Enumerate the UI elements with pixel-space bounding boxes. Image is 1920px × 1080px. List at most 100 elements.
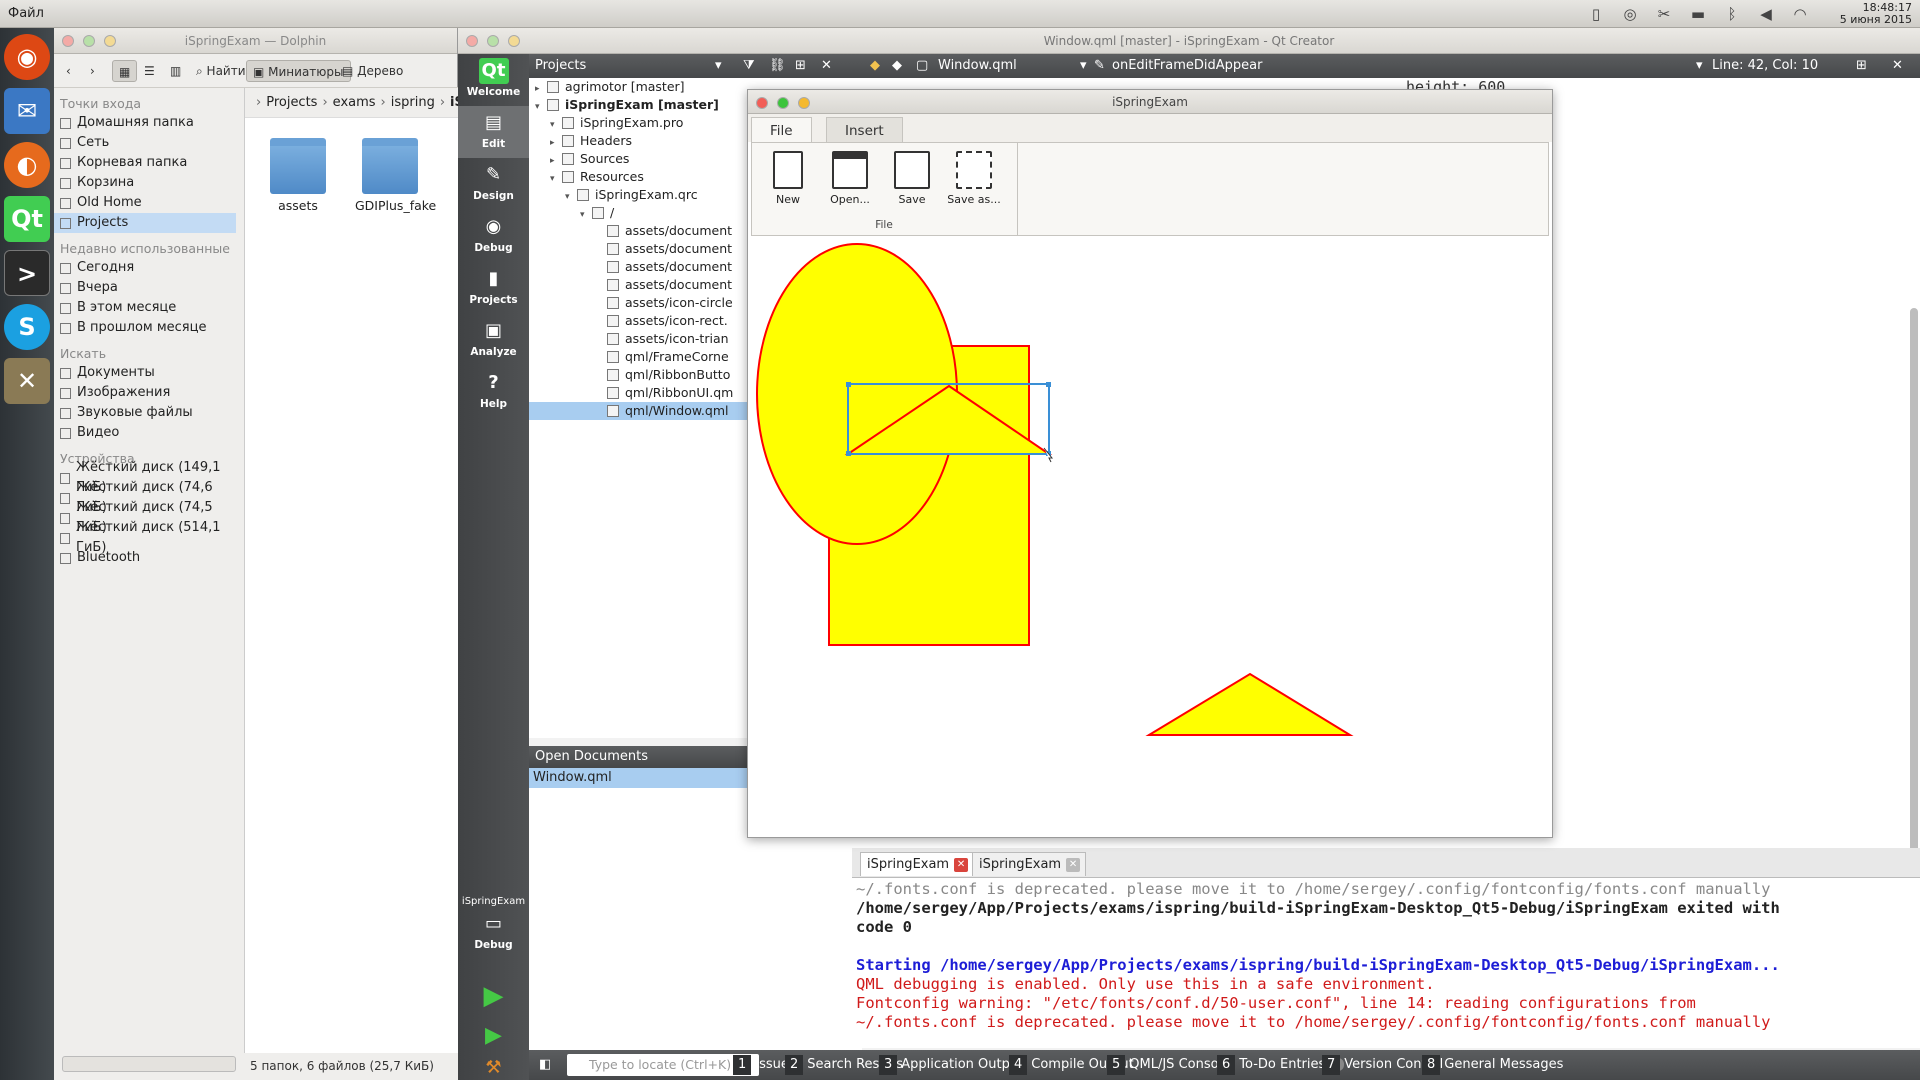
triangle-shape[interactable] <box>1145 672 1354 736</box>
build-button[interactable]: ⚒ <box>458 1056 529 1080</box>
place-item[interactable]: Корневая папка <box>54 153 236 173</box>
run-button[interactable]: ▶ <box>458 978 529 1014</box>
minimize-button[interactable] <box>798 97 810 109</box>
mode-projects[interactable]: ▮ Projects <box>458 262 529 314</box>
maximize-button[interactable] <box>777 97 789 109</box>
back-icon[interactable]: ‹ <box>60 60 77 82</box>
back-arrow-icon[interactable]: ◆ <box>870 54 880 78</box>
sidebar-toggle-icon[interactable]: ◧ <box>539 1055 551 1075</box>
chevron-down-icon[interactable]: ▾ <box>1696 54 1703 78</box>
thumbnails-button[interactable]: ▣ Миниатюры <box>246 60 351 82</box>
close-button[interactable] <box>466 35 478 47</box>
place-item[interactable]: Жёсткий диск (514,1 ГиБ) <box>54 520 236 555</box>
tab-file[interactable]: File <box>751 117 812 143</box>
breadcrumb-item[interactable]: exams <box>333 95 376 110</box>
save-as-button[interactable]: Save as... <box>946 151 1002 206</box>
mode-debug[interactable]: ◉ Debug <box>458 210 529 262</box>
mode-design[interactable]: ✎ Design <box>458 158 529 210</box>
editor-scrollbar[interactable] <box>1910 308 1918 868</box>
new-button[interactable]: New <box>760 151 816 206</box>
mode-analyze[interactable]: ▣ Analyze <box>458 314 529 366</box>
output-tab-1[interactable]: iSpringExam ✕ <box>860 852 975 876</box>
columns-view-icon[interactable]: ▥ <box>164 60 187 82</box>
place-item[interactable]: Звуковые файлы <box>54 403 236 423</box>
mode-welcome[interactable]: Qt Welcome <box>458 54 529 106</box>
place-item[interactable]: Видео <box>54 423 236 443</box>
chevron-down-icon[interactable]: ▾ <box>715 54 722 78</box>
lock-icon[interactable]: ▢ <box>916 54 928 78</box>
close-button[interactable] <box>756 97 768 109</box>
resize-handle[interactable] <box>1046 382 1051 387</box>
split-icon[interactable]: ⊞ <box>1856 54 1867 78</box>
drawing-canvas[interactable] <box>748 236 1552 837</box>
breadcrumb-item[interactable]: Projects <box>266 95 317 110</box>
status-tab-qml-js-console[interactable]: 5 QML/JS Console <box>1107 1055 1230 1075</box>
wifi-icon[interactable]: ◠ <box>1790 4 1810 24</box>
place-item[interactable]: В этом месяце <box>54 298 236 318</box>
open-button[interactable]: Open... <box>822 151 878 206</box>
place-item[interactable]: Вчера <box>54 278 236 298</box>
find-button[interactable]: ⌕ Найти <box>190 60 252 82</box>
place-item[interactable]: В прошлом месяце <box>54 318 236 338</box>
maximize-button[interactable] <box>83 35 95 47</box>
place-item[interactable]: Документы <box>54 363 236 383</box>
close-icon[interactable]: ✕ <box>1066 858 1081 872</box>
place-item[interactable]: Projects <box>54 213 236 233</box>
link-icon[interactable]: ⛓ <box>769 54 786 78</box>
tree-button[interactable]: ▤ Дерево <box>336 60 409 82</box>
resize-handle[interactable] <box>846 382 851 387</box>
close-button[interactable] <box>62 35 74 47</box>
debug-run-button[interactable]: ▶ <box>458 1018 529 1054</box>
place-item[interactable]: Old Home <box>54 193 236 213</box>
forward-arrow-icon[interactable]: ◆ <box>892 54 902 78</box>
cursor-position[interactable]: Line: 42, Col: 10 <box>1712 54 1818 78</box>
minimize-button[interactable] <box>104 35 116 47</box>
forward-icon[interactable]: › <box>84 60 101 82</box>
filter-icon[interactable]: ⧩ <box>743 54 755 78</box>
app-titlebar[interactable]: iSpringExam <box>748 90 1552 114</box>
place-item[interactable]: Изображения <box>54 383 236 403</box>
crossover-icon[interactable]: ✕ <box>4 358 50 404</box>
resize-handle[interactable] <box>846 451 851 456</box>
locator-input[interactable]: Type to locate (Ctrl+K) <box>567 1054 759 1076</box>
mode-edit[interactable]: ▤ Edit <box>458 106 529 158</box>
kit-selector[interactable]: iSpringExam ▭ Debug <box>458 894 529 964</box>
qt-creator-icon[interactable]: Qt <box>4 196 50 242</box>
minimize-button[interactable] <box>508 35 520 47</box>
tools-icon[interactable]: ✂ <box>1654 4 1674 24</box>
place-item[interactable]: Домашняя папка <box>54 113 236 133</box>
projects-selector[interactable]: Projects <box>535 58 586 73</box>
file-menu[interactable]: Файл <box>8 6 44 21</box>
chevron-down-icon[interactable]: ▾ <box>1080 54 1087 78</box>
breadcrumb-item[interactable]: ispring <box>391 95 435 110</box>
skype-icon[interactable]: S <box>4 304 50 350</box>
output-log[interactable]: ~/.fonts.conf is deprecated. please move… <box>852 880 1912 1048</box>
folder-gdiplus[interactable]: GDIPlus_fake <box>355 138 436 213</box>
breadcrumb-item[interactable]: iS <box>450 95 458 110</box>
icons-view-icon[interactable]: ▦ <box>112 60 138 82</box>
status-tab-general-messages[interactable]: 8 General Messages <box>1422 1055 1563 1075</box>
symbol-select[interactable]: onEditFrameDidAppear <box>1112 54 1262 78</box>
dolphin-titlebar[interactable]: iSpringExam — Dolphin <box>54 28 457 54</box>
folder-assets[interactable]: assets <box>263 138 333 213</box>
file-view[interactable]: › Projects › exams › ispring › iS assets GDIPlu… <box>244 88 458 1080</box>
maximize-button[interactable] <box>487 35 499 47</box>
editor-file-select[interactable]: Window.qml <box>938 54 1017 78</box>
close-icon[interactable]: ✕ <box>954 858 969 872</box>
clipboard-icon[interactable]: ▯ <box>1586 4 1606 24</box>
place-item[interactable]: Сегодня <box>54 258 236 278</box>
output-tab-2[interactable]: iSpringExam ✕ <box>972 852 1087 876</box>
tab-insert[interactable]: Insert <box>826 117 903 143</box>
close-icon[interactable]: ✕ <box>821 54 832 78</box>
mode-help[interactable]: ? Help <box>458 366 529 418</box>
close-icon[interactable]: ✕ <box>1892 54 1903 78</box>
horizontal-scrollbar[interactable] <box>62 1056 236 1072</box>
qtc-titlebar[interactable]: Window.qml [master] - iSpringExam - Qt C… <box>458 28 1920 54</box>
clock[interactable]: 18:48:17 5 июня 2015 <box>1840 2 1912 26</box>
ubuntu-logo-icon[interactable]: ◉ <box>4 34 50 80</box>
volume-icon[interactable]: ◀ <box>1756 4 1776 24</box>
keyboard-layout-icon[interactable]: ▬ <box>1688 4 1708 24</box>
place-item[interactable]: Корзина <box>54 173 236 193</box>
place-item[interactable]: Сеть <box>54 133 236 153</box>
ellipse-shape[interactable] <box>756 243 958 545</box>
